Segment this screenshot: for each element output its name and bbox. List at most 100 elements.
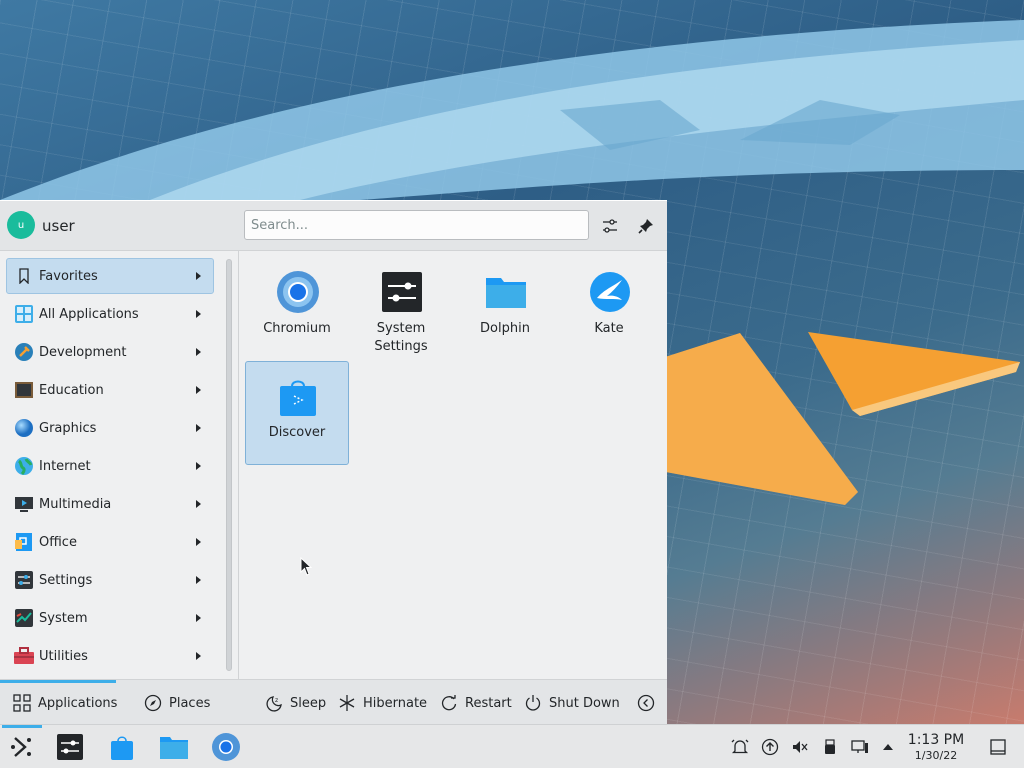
tray-volume[interactable] bbox=[790, 737, 810, 757]
tab-label: Places bbox=[169, 695, 211, 711]
chevron-right-icon bbox=[196, 272, 201, 280]
sleep-label: Sleep bbox=[290, 695, 327, 711]
category-education[interactable]: Education bbox=[6, 372, 214, 408]
system-settings-icon bbox=[57, 734, 83, 760]
clock-time[interactable]: 1:13 PM bbox=[900, 732, 972, 748]
taskbar: 1:13 PM 1/30/22 bbox=[0, 724, 1024, 768]
show-desktop-icon bbox=[990, 739, 1006, 755]
app-name: System Settings bbox=[374, 321, 428, 354]
category-scrollbar[interactable] bbox=[226, 259, 232, 671]
tab-places[interactable]: Places bbox=[143, 690, 210, 716]
graphics-sphere-icon bbox=[13, 417, 35, 439]
chevron-right-icon bbox=[196, 424, 201, 432]
category-label: All Applications bbox=[39, 306, 139, 322]
app-dolphin[interactable]: Dolphin bbox=[453, 257, 557, 361]
category-label: Favorites bbox=[39, 268, 98, 284]
tray-updates[interactable] bbox=[760, 737, 780, 757]
launcher-header: u user bbox=[0, 201, 667, 251]
chevron-right-icon bbox=[196, 310, 201, 318]
app-system-settings[interactable]: System Settings bbox=[349, 257, 453, 361]
network-wired-icon bbox=[851, 740, 868, 753]
power-icon bbox=[523, 693, 543, 713]
category-all-applications[interactable]: All Applications bbox=[6, 296, 214, 332]
chevron-right-icon bbox=[196, 462, 201, 470]
category-label: Settings bbox=[39, 572, 93, 588]
avatar-initial: u bbox=[17, 219, 25, 231]
tray-expand[interactable] bbox=[878, 737, 898, 757]
taskbar-discover[interactable] bbox=[106, 731, 138, 763]
category-list: Favorites All Applications Development E… bbox=[0, 253, 222, 679]
category-multimedia[interactable]: Multimedia bbox=[6, 486, 214, 522]
launcher-footer: Applications Places z Sleep Hibernate Re… bbox=[0, 679, 667, 725]
configure-button[interactable] bbox=[598, 214, 622, 238]
app-chromium[interactable]: Chromium bbox=[245, 257, 349, 361]
shutdown-button[interactable]: Shut Down bbox=[523, 690, 620, 716]
settings-sliders-icon bbox=[13, 569, 35, 591]
app-name: Chromium bbox=[263, 321, 331, 336]
hibernate-label: Hibernate bbox=[363, 695, 428, 711]
tray-removable-devices[interactable] bbox=[820, 737, 840, 757]
chevron-right-icon bbox=[196, 348, 201, 356]
system-settings-icon bbox=[382, 272, 422, 312]
category-label: Internet bbox=[39, 458, 91, 474]
user-avatar[interactable]: u bbox=[7, 211, 35, 239]
multimedia-icon bbox=[13, 493, 35, 515]
category-settings[interactable]: Settings bbox=[6, 562, 214, 598]
tab-applications[interactable]: Applications bbox=[12, 690, 117, 716]
discover-bag-icon bbox=[111, 736, 133, 760]
app-discover[interactable]: Discover bbox=[245, 361, 349, 465]
category-label: Office bbox=[39, 534, 77, 550]
category-internet[interactable]: Internet bbox=[6, 448, 214, 484]
svg-text:z: z bbox=[275, 697, 278, 704]
more-power-button[interactable] bbox=[636, 690, 662, 716]
taskbar-system-settings[interactable] bbox=[54, 731, 86, 763]
pin-icon bbox=[638, 219, 653, 234]
chromium-icon bbox=[212, 733, 240, 761]
chevron-right-icon bbox=[196, 652, 201, 660]
sleep-button[interactable]: z Sleep bbox=[264, 690, 326, 716]
pin-button[interactable] bbox=[634, 214, 658, 238]
tray-notifications[interactable] bbox=[730, 737, 750, 757]
application-launcher: u user Favorites All Applicatio bbox=[0, 200, 667, 725]
chromium-icon bbox=[277, 271, 319, 313]
globe-icon bbox=[13, 455, 35, 477]
category-graphics[interactable]: Graphics bbox=[6, 410, 214, 446]
category-utilities[interactable]: Utilities bbox=[6, 638, 214, 674]
clock-date[interactable]: 1/30/22 bbox=[900, 749, 972, 762]
chevron-right-icon bbox=[196, 576, 201, 584]
volume-muted-icon bbox=[793, 741, 808, 753]
launcher-active-indicator bbox=[2, 725, 42, 728]
category-label: System bbox=[39, 610, 88, 626]
taskbar-dolphin[interactable] bbox=[158, 731, 190, 763]
category-favorites[interactable]: Favorites bbox=[6, 258, 214, 294]
app-name: Kate bbox=[594, 321, 624, 336]
folder-icon bbox=[160, 737, 188, 759]
application-launcher-button[interactable] bbox=[6, 731, 38, 763]
category-office[interactable]: Office bbox=[6, 524, 214, 560]
chevron-right-icon bbox=[196, 386, 201, 394]
hibernate-button[interactable]: Hibernate bbox=[337, 690, 427, 716]
sleep-icon: z bbox=[264, 693, 284, 713]
user-name: user bbox=[42, 217, 75, 235]
search-input[interactable] bbox=[244, 210, 589, 240]
category-label: Multimedia bbox=[39, 496, 112, 512]
panel-divider bbox=[238, 251, 239, 679]
taskbar-chromium[interactable] bbox=[210, 731, 242, 763]
app-grid-icon bbox=[12, 693, 32, 713]
category-development[interactable]: Development bbox=[6, 334, 214, 370]
category-system[interactable]: System bbox=[6, 600, 214, 636]
chevron-left-circle-icon bbox=[636, 693, 656, 713]
development-icon bbox=[13, 341, 35, 363]
app-kate[interactable]: Kate bbox=[557, 257, 661, 361]
grid-apps-icon bbox=[13, 303, 35, 325]
restart-icon bbox=[439, 693, 459, 713]
blackboard-icon bbox=[13, 379, 35, 401]
system-icon bbox=[13, 607, 35, 629]
chevron-right-icon bbox=[196, 538, 201, 546]
restart-button[interactable]: Restart bbox=[439, 690, 512, 716]
show-desktop-button[interactable] bbox=[988, 737, 1008, 757]
tray-network[interactable] bbox=[850, 737, 870, 757]
toolbox-icon bbox=[13, 645, 35, 667]
chevron-up-icon bbox=[883, 744, 893, 750]
compass-icon bbox=[143, 693, 163, 713]
